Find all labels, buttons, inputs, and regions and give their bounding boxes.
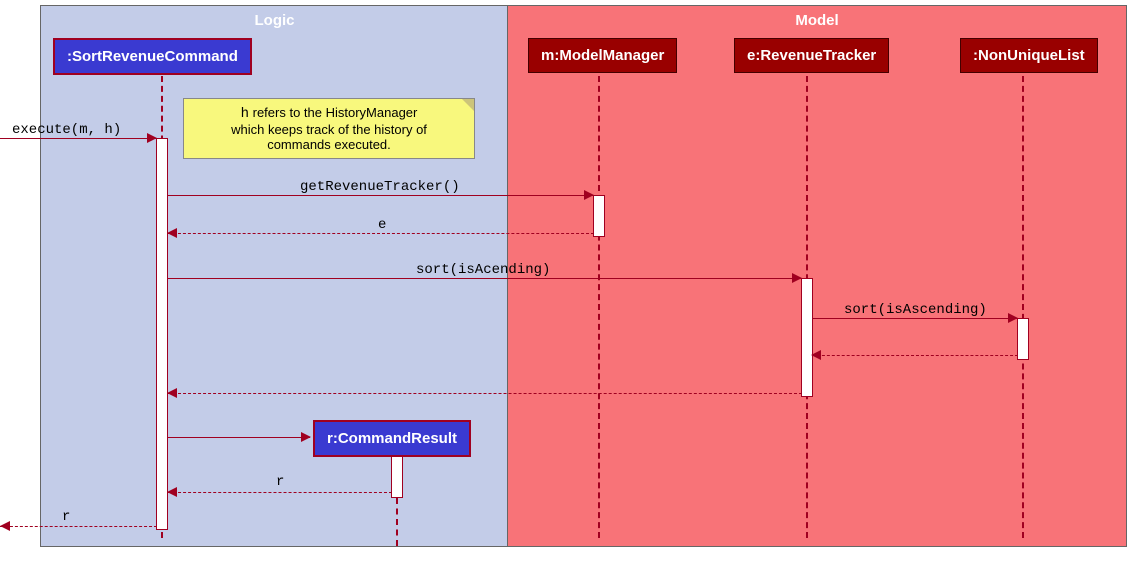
note-fold-icon	[462, 99, 474, 111]
sequence-diagram: Logic Model :SortRevenueCommand m:ModelM…	[0, 0, 1133, 561]
activation-nonuniquelist	[1017, 318, 1029, 360]
participant-revenuetracker: e:RevenueTracker	[734, 38, 889, 73]
arrowhead-sort2	[1008, 313, 1018, 323]
note-line3: commands executed.	[267, 137, 391, 152]
msg-execute: execute(m, h)	[12, 122, 121, 138]
arrow-execute	[0, 138, 156, 139]
arrowhead-return-r	[167, 487, 177, 497]
arrowhead-return-rt	[167, 388, 177, 398]
arrow-sort2	[812, 318, 1017, 319]
arrowhead-getrevenuetracker	[584, 190, 594, 200]
arrowhead-return-r2	[0, 521, 10, 531]
arrow-create-cr	[167, 437, 310, 438]
model-box: Model	[507, 5, 1127, 547]
activation-sortrevenuecommand	[156, 138, 168, 530]
arrow-return-rt	[168, 393, 802, 394]
lifeline-modelmanager	[598, 76, 600, 538]
activation-modelmanager	[593, 195, 605, 237]
arrow-getrevenuetracker	[167, 195, 593, 196]
activation-commandresult	[391, 456, 403, 498]
participant-nonuniquelist: :NonUniqueList	[960, 38, 1098, 73]
msg-return-e: e	[378, 217, 386, 233]
arrow-return-nul	[812, 355, 1018, 356]
activation-revenuetracker	[801, 278, 813, 397]
arrowhead-sort1	[792, 273, 802, 283]
note-history-manager: h refers to the HistoryManager which kee…	[183, 98, 475, 159]
arrowhead-create-cr	[301, 432, 311, 442]
arrow-return-e	[168, 233, 594, 234]
participant-modelmanager: m:ModelManager	[528, 38, 677, 73]
lifeline-nonuniquelist	[1022, 76, 1024, 538]
arrowhead-execute	[147, 133, 157, 143]
logic-box-title: Logic	[41, 12, 508, 29]
note-line1: refers to the HistoryManager	[249, 105, 417, 120]
note-line2: which keeps track of the history of	[231, 122, 427, 137]
msg-sort2: sort(isAscending)	[844, 302, 987, 318]
arrow-sort1	[167, 278, 801, 279]
model-box-title: Model	[508, 12, 1126, 29]
arrowhead-return-e	[167, 228, 177, 238]
msg-return-r: r	[276, 474, 284, 490]
msg-sort1: sort(isAcending)	[416, 262, 550, 278]
participant-commandresult: r:CommandResult	[313, 420, 471, 457]
arrow-return-r	[168, 492, 392, 493]
msg-return-r2: r	[62, 509, 70, 525]
arrowhead-return-nul	[811, 350, 821, 360]
note-h: h	[241, 106, 249, 122]
participant-sortrevenuecommand: :SortRevenueCommand	[53, 38, 252, 75]
arrow-return-r2	[0, 526, 157, 527]
msg-getrevenuetracker: getRevenueTracker()	[300, 179, 460, 195]
